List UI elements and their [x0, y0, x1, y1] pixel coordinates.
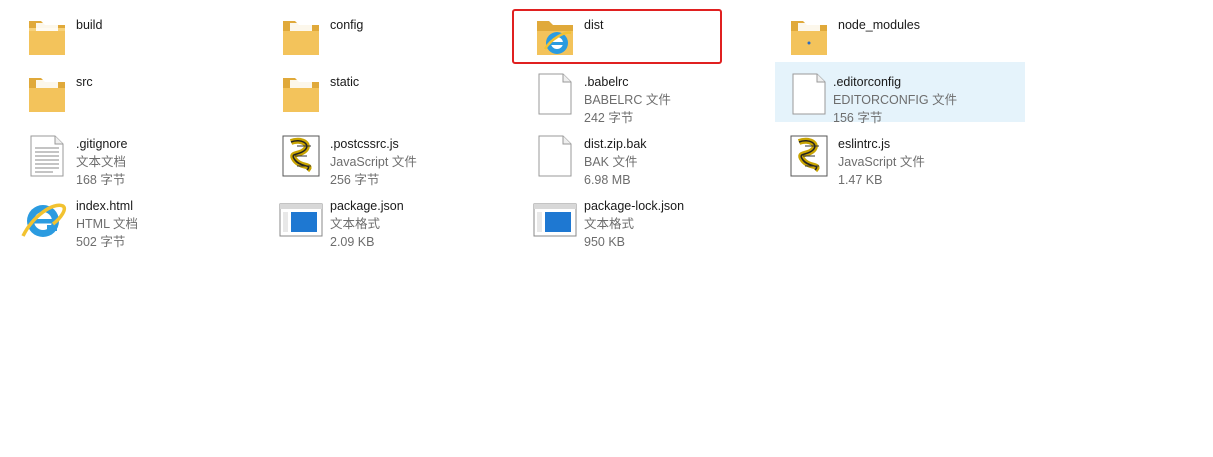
file-item-node-modules[interactable]: node_modules — [767, 5, 1017, 65]
json-file-icon — [531, 194, 579, 242]
file-name: config — [330, 18, 364, 32]
folder-icon — [23, 13, 71, 61]
file-type: 文本格式 — [584, 217, 635, 231]
blank-file-icon — [785, 70, 833, 118]
file-size: 950 KB — [584, 235, 626, 249]
blank-file-icon — [531, 132, 579, 180]
file-item-config[interactable]: config — [259, 5, 509, 65]
file-item-eslintrc[interactable]: eslintrc.js JavaScript 文件 1.47 KB — [767, 124, 1017, 187]
file-type: BAK 文件 — [584, 155, 638, 169]
file-item-build[interactable]: build — [5, 5, 255, 65]
file-item-index-html[interactable]: index.html HTML 文档 502 字节 — [5, 186, 255, 249]
file-name: .editorconfig — [833, 75, 902, 89]
file-item-dist[interactable]: dist — [513, 5, 763, 65]
file-item-src[interactable]: src — [5, 62, 255, 122]
file-name: .babelrc — [584, 75, 629, 89]
json-file-icon — [277, 194, 325, 242]
file-name: eslintrc.js — [838, 137, 891, 151]
file-size: 1.47 KB — [838, 173, 883, 187]
file-item-babelrc[interactable]: .babelrc BABELRC 文件 242 字节 — [513, 62, 763, 125]
file-item-postcssrc[interactable]: .postcssrc.js JavaScript 文件 256 字节 — [259, 124, 509, 187]
file-name: index.html — [76, 199, 133, 213]
file-name: package.json — [330, 199, 404, 213]
file-type: EDITORCONFIG 文件 — [833, 93, 958, 107]
file-type: 文本文档 — [76, 155, 127, 169]
folder-icon — [277, 70, 325, 118]
folder-icon — [23, 70, 71, 118]
folder-icon — [277, 13, 325, 61]
text-document-icon — [23, 132, 71, 180]
folder-icon — [785, 13, 833, 61]
file-name: .gitignore — [76, 137, 128, 151]
blank-file-icon — [531, 70, 579, 118]
file-item-package-json[interactable]: package.json 文本格式 2.09 KB — [259, 186, 509, 249]
file-name: node_modules — [838, 18, 921, 32]
file-name: src — [76, 75, 93, 89]
file-type: JavaScript 文件 — [838, 155, 925, 169]
file-item-gitignore[interactable]: .gitignore 文本文档 168 字节 — [5, 124, 255, 187]
file-name: static — [330, 75, 360, 89]
ie-html-icon — [17, 194, 66, 242]
file-name: build — [76, 18, 103, 32]
file-size: 502 字节 — [76, 235, 126, 249]
file-item-editorconfig[interactable]: .editorconfig EDITORCONFIG 文件 156 字节 — [775, 62, 1025, 125]
file-type: BABELRC 文件 — [584, 93, 671, 107]
file-name: dist — [584, 18, 604, 32]
file-name: .postcssrc.js — [330, 137, 399, 151]
javascript-file-icon — [277, 132, 325, 180]
file-item-package-lock-json[interactable]: package-lock.json 文本格式 950 KB — [513, 186, 763, 249]
folder-ie-icon — [531, 13, 579, 61]
file-type: HTML 文档 — [76, 217, 139, 231]
file-item-static[interactable]: static — [259, 62, 509, 122]
file-type: JavaScript 文件 — [330, 155, 417, 169]
file-type: 文本格式 — [330, 217, 381, 231]
file-item-dist-zip-bak[interactable]: dist.zip.bak BAK 文件 6.98 MB — [513, 124, 763, 187]
javascript-file-icon — [785, 132, 833, 180]
file-size: 2.09 KB — [330, 235, 375, 249]
file-name: package-lock.json — [584, 199, 685, 213]
file-name: dist.zip.bak — [584, 137, 647, 151]
